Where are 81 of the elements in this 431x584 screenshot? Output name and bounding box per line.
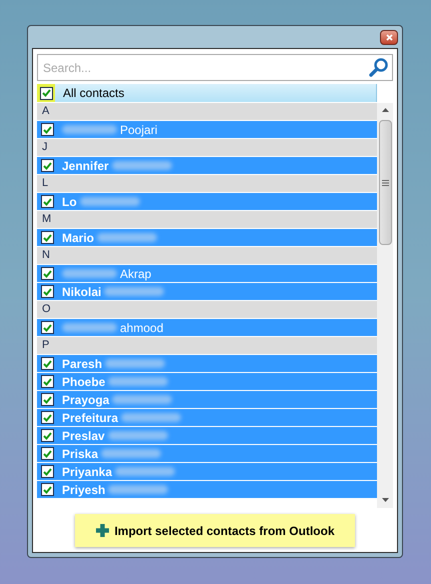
all-contacts-label: All contacts (63, 85, 124, 102)
blurred-text (112, 395, 172, 404)
blurred-text (121, 413, 182, 422)
blurred-text (62, 323, 117, 332)
blurred-text (101, 449, 162, 458)
group-letter: N (42, 248, 50, 264)
contact-row[interactable]: Paresh (37, 355, 377, 372)
blurred-text (105, 359, 166, 368)
contact-name: Jennifer (62, 158, 109, 174)
contact-row[interactable]: Prefeitura (37, 409, 377, 426)
contact-name: Nikolai (62, 284, 102, 300)
contact-row[interactable]: Priyesh (37, 481, 377, 498)
contact-name: Prefeitura (62, 410, 118, 426)
checkbox[interactable] (41, 429, 54, 442)
contact-name: Paresh (62, 356, 102, 372)
search-field[interactable]: Search... (37, 54, 393, 81)
import-button[interactable]: Import selected contacts from Outlook (75, 514, 355, 547)
close-icon (386, 34, 392, 41)
contact-row[interactable]: Mario (37, 229, 377, 246)
scrollbar-thumb[interactable] (378, 120, 392, 245)
blurred-text (62, 269, 117, 278)
blurred-text (112, 161, 172, 170)
contact-row[interactable]: Priyanka (37, 463, 377, 480)
checkbox[interactable] (41, 321, 54, 334)
blurred-text (104, 287, 164, 296)
contact-name: Lo (62, 194, 77, 210)
group-letter: J (42, 140, 48, 156)
contact-name: Akrap (120, 266, 152, 282)
blurred-text (108, 377, 168, 386)
checkbox[interactable] (41, 465, 54, 478)
blurred-text (115, 467, 176, 476)
contact-name: Mario (62, 230, 94, 246)
contact-name: Phoebe (62, 374, 106, 390)
scroll-down-icon (382, 498, 388, 502)
grip-icon (382, 180, 388, 186)
checkbox[interactable] (41, 159, 54, 172)
checkbox[interactable] (41, 393, 54, 406)
checkbox[interactable] (41, 285, 54, 298)
checkbox[interactable] (41, 123, 54, 136)
checkbox[interactable] (41, 267, 54, 280)
group-letter: P (42, 338, 50, 354)
contact-name: Priska (62, 446, 98, 462)
checkbox[interactable] (41, 411, 54, 424)
contact-row[interactable]: Lo (37, 193, 377, 210)
all-contacts-row[interactable]: All contacts (37, 84, 377, 102)
contact-name: Prayoga (62, 392, 110, 408)
checkbox[interactable] (41, 375, 54, 388)
blurred-text (97, 233, 158, 242)
contact-row[interactable]: ahmood (37, 319, 377, 336)
scrollbar[interactable] (377, 103, 393, 508)
contact-row[interactable]: Phoebe (37, 373, 377, 390)
checkbox[interactable] (41, 195, 54, 208)
contact-row[interactable]: Akrap (37, 265, 377, 282)
blurred-text (108, 485, 168, 494)
close-button[interactable] (380, 30, 398, 45)
contact-row[interactable]: Preslav (37, 427, 377, 444)
contact-name: Priyanka (62, 464, 112, 480)
blurred-text (108, 431, 168, 440)
checkbox[interactable] (41, 483, 54, 496)
blurred-text (80, 197, 140, 206)
contact-name: Preslav (62, 428, 105, 444)
contact-row[interactable]: Nikolai (37, 283, 377, 300)
contact-name: Priyesh (62, 482, 106, 498)
scroll-up-icon (382, 108, 388, 112)
contact-name: ahmood (120, 320, 164, 336)
contact-name: Poojari (120, 122, 158, 138)
contact-row[interactable]: Prayoga (37, 391, 377, 408)
checkbox[interactable] (41, 357, 54, 370)
checkbox[interactable] (41, 231, 54, 244)
search-icon (369, 57, 389, 77)
contact-row[interactable]: Poojari (37, 121, 377, 138)
contact-row[interactable]: Jennifer (37, 157, 377, 174)
group-letter: O (42, 302, 51, 318)
contact-row[interactable]: Priska (37, 445, 377, 462)
plus-icon (95, 523, 110, 538)
checkbox[interactable] (41, 447, 54, 460)
group-letter: M (42, 212, 52, 228)
group-letter: L (42, 176, 48, 192)
checkbox[interactable] (40, 86, 52, 100)
blurred-text (62, 125, 117, 134)
group-letter: A (42, 104, 50, 120)
